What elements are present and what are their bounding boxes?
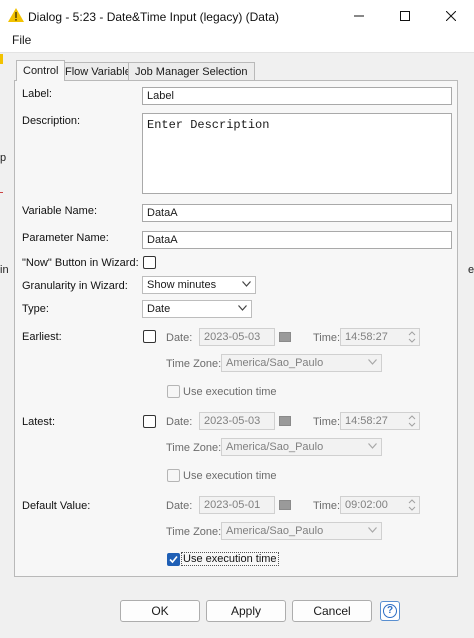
calendar-icon[interactable]: [279, 416, 291, 426]
chevron-down-icon: [368, 443, 377, 449]
spinner-icon[interactable]: [407, 498, 417, 512]
latest-exec-label: Use execution time: [183, 470, 277, 482]
warning-icon: [8, 8, 24, 22]
default-time-input[interactable]: 09:02:00: [340, 496, 420, 514]
granularity-value: Show minutes: [147, 279, 217, 291]
close-icon: [446, 11, 456, 21]
earliest-exec-checkbox[interactable]: [167, 385, 180, 398]
close-button[interactable]: [428, 0, 474, 32]
tab-job-manager-selection[interactable]: Job Manager Selection: [128, 62, 255, 80]
type-select[interactable]: Date: [142, 300, 252, 318]
latest-date-label: Date:: [166, 416, 193, 428]
background-edge-text: p: [0, 152, 7, 164]
earliest-zone-value: America/Sao_Paulo: [226, 357, 324, 369]
help-button[interactable]: ?: [380, 601, 400, 621]
type-label: Type:: [22, 303, 49, 315]
parameter-name-input[interactable]: DataA: [142, 231, 452, 249]
earliest-time-value: 14:58:27: [345, 331, 388, 343]
latest-time-input[interactable]: 14:58:27: [340, 412, 420, 430]
earliest-exec-label: Use execution time: [183, 386, 277, 398]
label-label: Label:: [22, 88, 52, 100]
description-textarea[interactable]: Enter Description: [142, 113, 452, 194]
latest-time-label: Time:: [313, 416, 341, 428]
tab-control[interactable]: Control: [16, 60, 66, 81]
latest-exec-checkbox[interactable]: [167, 469, 180, 482]
default-value-label: Default Value:: [22, 500, 91, 512]
latest-label: Latest:: [22, 416, 56, 428]
granularity-label: Granularity in Wizard:: [22, 280, 128, 292]
menu-bar: [0, 32, 474, 50]
earliest-time-input[interactable]: 14:58:27: [340, 328, 420, 346]
apply-button[interactable]: Apply: [206, 600, 286, 622]
latest-date-input[interactable]: 2023-05-03: [199, 412, 275, 430]
parameter-name-label: Parameter Name:: [22, 232, 109, 244]
calendar-icon[interactable]: [279, 500, 291, 510]
chevron-down-icon: [368, 527, 377, 533]
earliest-date-input[interactable]: 2023-05-03: [199, 328, 275, 346]
ok-button[interactable]: OK: [120, 600, 200, 622]
menu-file[interactable]: File: [12, 33, 31, 47]
latest-time-value: 14:58:27: [345, 415, 388, 427]
granularity-select[interactable]: Show minutes: [142, 276, 256, 294]
minimize-icon: [354, 15, 364, 17]
earliest-label: Earliest:: [22, 331, 62, 343]
default-date-label: Date:: [166, 500, 193, 512]
description-label: Description:: [22, 115, 81, 127]
default-time-label: Time:: [313, 500, 341, 512]
now-button-checkbox[interactable]: [143, 256, 156, 269]
background-edge-text: in: [0, 264, 9, 276]
spinner-icon[interactable]: [407, 330, 417, 344]
default-date-input[interactable]: 2023-05-01: [199, 496, 275, 514]
background-edge-text: e: [468, 264, 474, 276]
earliest-checkbox[interactable]: [143, 330, 156, 343]
background-edge-line: [0, 192, 3, 193]
earliest-date-label: Date:: [166, 332, 193, 344]
label-input[interactable]: Label: [142, 87, 452, 105]
latest-zone-label: Time Zone:: [166, 442, 222, 454]
default-zone-value: America/Sao_Paulo: [226, 525, 324, 537]
variable-name-label: Variable Name:: [22, 205, 97, 217]
chevron-down-icon: [242, 281, 251, 287]
help-icon: ?: [383, 604, 397, 618]
default-exec-checkbox[interactable]: [167, 553, 180, 566]
checkmark-icon: [169, 555, 178, 564]
minimize-button[interactable]: [336, 0, 382, 32]
earliest-time-label: Time:: [313, 332, 341, 344]
maximize-icon: [400, 11, 410, 21]
window-title: Dialog - 5:23 - Date&Time Input (legacy)…: [28, 10, 279, 24]
chevron-down-icon: [368, 359, 377, 365]
background-edge-mark: [0, 54, 3, 64]
latest-checkbox[interactable]: [143, 415, 156, 428]
latest-zone-value: America/Sao_Paulo: [226, 441, 324, 453]
calendar-icon[interactable]: [279, 332, 291, 342]
spinner-icon[interactable]: [407, 414, 417, 428]
earliest-zone-label: Time Zone:: [166, 358, 222, 370]
earliest-zone-select[interactable]: America/Sao_Paulo: [221, 354, 382, 372]
default-zone-label: Time Zone:: [166, 526, 222, 538]
type-value: Date: [147, 303, 171, 315]
variable-name-input[interactable]: DataA: [142, 204, 452, 222]
chevron-down-icon: [238, 305, 247, 311]
cancel-button[interactable]: Cancel: [292, 600, 372, 622]
latest-zone-select[interactable]: America/Sao_Paulo: [221, 438, 382, 456]
default-zone-select[interactable]: America/Sao_Paulo: [221, 522, 382, 540]
default-exec-label[interactable]: Use execution time: [181, 552, 279, 566]
now-button-label: "Now" Button in Wizard:: [22, 257, 139, 269]
maximize-button[interactable]: [382, 0, 428, 32]
default-time-value: 09:02:00: [345, 499, 388, 511]
